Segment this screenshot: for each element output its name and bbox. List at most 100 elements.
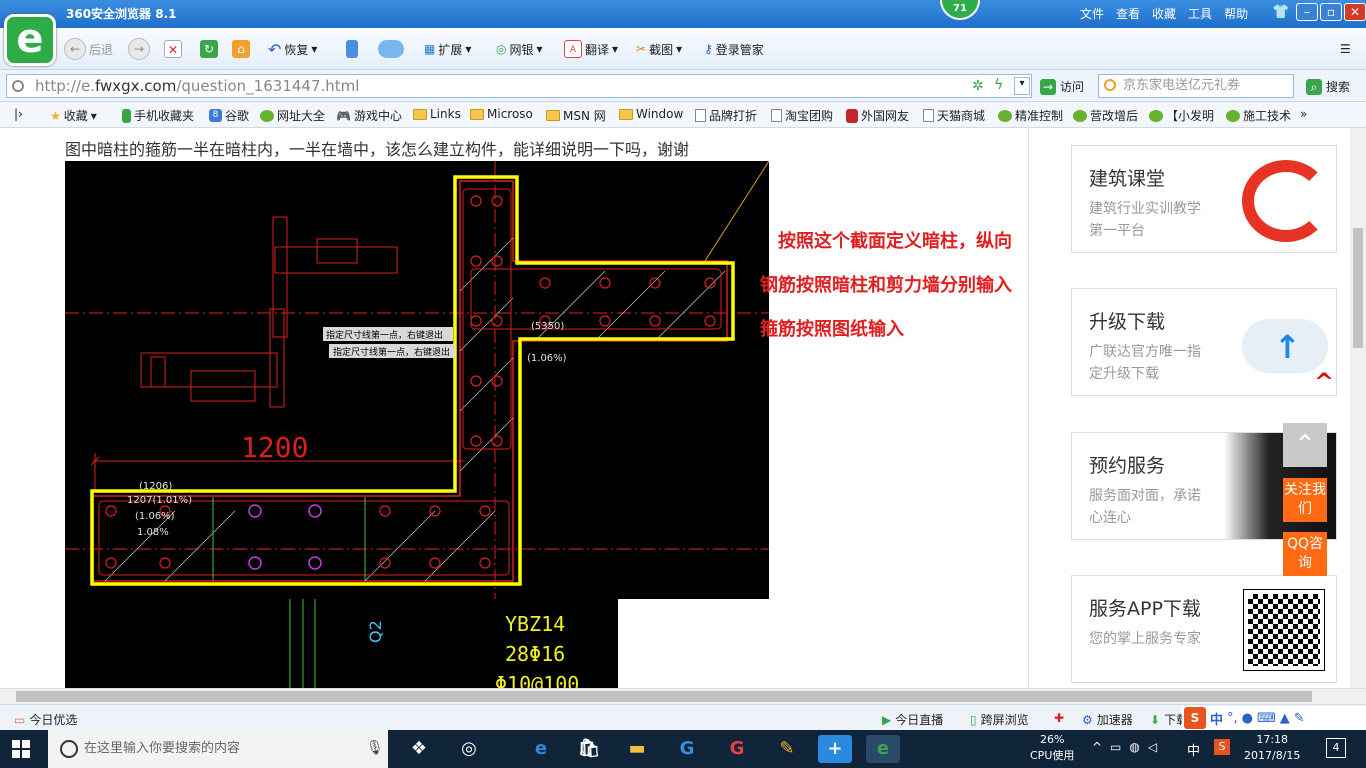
bookmark-google[interactable]: 8 谷歌: [209, 107, 249, 124]
go-button[interactable]: → 访问: [1040, 78, 1084, 95]
sidebar-card-classroom[interactable]: 建筑课堂 建筑行业实训教学第一平台: [1071, 145, 1337, 253]
mic-icon: ●: [1241, 710, 1253, 726]
home-button[interactable]: ⌂: [232, 38, 250, 60]
back-to-top-button[interactable]: ⌃: [1283, 423, 1327, 467]
url-dropdown-icon[interactable]: ▾: [1014, 77, 1030, 95]
bookmark-msn[interactable]: MSN 网: [546, 107, 606, 124]
restore-button[interactable]: ↶ 恢复 ▾: [268, 38, 317, 60]
bookmark-precise[interactable]: 精准控制: [998, 107, 1063, 124]
bookmark-foreign[interactable]: 外国网友: [846, 107, 909, 124]
browser-360-icon[interactable]: e: [866, 735, 900, 763]
horizontal-scrollbar[interactable]: [0, 688, 1366, 704]
login-manager-button[interactable]: ⚷ 登录管家: [704, 38, 764, 60]
chat-icon: [1149, 109, 1163, 122]
stop-button[interactable]: ✕: [164, 38, 182, 60]
bookmark-microsoft[interactable]: Microso: [470, 107, 533, 121]
back-button[interactable]: ← 后退: [64, 38, 113, 60]
cpu-meter[interactable]: 26% CPU使用: [1030, 732, 1074, 764]
today-live[interactable]: ▶ 今日直播: [882, 711, 943, 728]
refresh-button[interactable]: ↻: [200, 38, 218, 60]
taskbar-search-input[interactable]: 在这里输入你要搜索的内容: [48, 730, 388, 768]
phone-button[interactable]: [346, 38, 358, 60]
url-input[interactable]: http://e.fwxgx.com/question_1631447.html: [6, 74, 1032, 98]
app-spiral-icon[interactable]: ◎: [452, 735, 486, 763]
bookmark-links[interactable]: Links: [413, 107, 461, 121]
menu-button[interactable]: ☰: [1340, 38, 1351, 60]
bookmark-favorites[interactable]: ★ 收藏 ▾: [50, 107, 97, 124]
sogou-tray-icon[interactable]: S: [1214, 739, 1230, 755]
translate-button[interactable]: A 翻译 ▾: [564, 38, 618, 60]
sidebar-card-upgrade[interactable]: 升级下载 广联达官方唯一指定升级下载 ↑: [1071, 288, 1337, 396]
bookmarks-bar: |› ★ 收藏 ▾ 手机收藏夹 8 谷歌 网址大全 🎮 游戏中心 Links Micro…: [0, 102, 1366, 128]
browser-logo-icon[interactable]: e: [4, 14, 56, 66]
cad-text-108: 1.08%: [137, 527, 169, 538]
vertical-scroll-thumb[interactable]: [1353, 228, 1363, 348]
bookmark-mobile[interactable]: 手机收藏夹: [122, 107, 194, 124]
tray-icons[interactable]: ^▭◍◁: [1092, 740, 1165, 754]
wrench-icon: ✎: [1293, 710, 1305, 726]
menu-file[interactable]: 文件: [1080, 5, 1104, 22]
search-button[interactable]: ⌕ 搜索: [1306, 78, 1350, 95]
windows-start-icon[interactable]: [12, 740, 30, 758]
more-bookmarks-icon[interactable]: »: [1300, 107, 1307, 121]
bookmark-vat[interactable]: 营改增后: [1073, 107, 1138, 124]
download-icon: ⬇: [1150, 712, 1161, 727]
screenshot-button[interactable]: ✂ 截图 ▾: [636, 38, 682, 60]
store-icon[interactable]: 🛍: [572, 735, 606, 763]
app-plus-icon[interactable]: +: [818, 735, 852, 763]
qq-consult-button[interactable]: QQ咨询: [1283, 532, 1327, 576]
explorer-icon[interactable]: ▬: [620, 735, 654, 763]
today-picks[interactable]: ▭ 今日优选: [14, 711, 77, 728]
notification-badge[interactable]: 71: [940, 0, 980, 20]
follow-us-button[interactable]: 关注我们: [1283, 478, 1327, 522]
vertical-scrollbar[interactable]: [1350, 128, 1366, 688]
notification-center-icon[interactable]: 4: [1326, 738, 1346, 758]
lightning-icon[interactable]: ϟ: [994, 77, 1003, 93]
search-input[interactable]: 京东家电送亿元礼券: [1098, 74, 1294, 98]
security-icon[interactable]: ✚: [1054, 711, 1064, 725]
bookmark-taobao[interactable]: 淘宝团购: [771, 107, 833, 124]
forward-button[interactable]: →: [128, 38, 150, 60]
speed-icon: ⚙: [1082, 712, 1093, 727]
refresh-icon: ↻: [200, 40, 218, 58]
bookmark-sites[interactable]: 网址大全: [260, 107, 325, 124]
task-view-icon[interactable]: ❖: [402, 735, 436, 763]
accelerator[interactable]: ⚙ 加速器: [1082, 711, 1133, 728]
horizontal-scroll-thumb[interactable]: [16, 691, 1312, 702]
close-button[interactable]: ✕: [1344, 3, 1366, 21]
caret-up-icon: ^: [1314, 368, 1335, 396]
clock[interactable]: 17:18 2017/8/15: [1244, 732, 1300, 764]
bookmark-windows[interactable]: Window: [619, 107, 683, 121]
foreign-site-icon: [846, 108, 858, 123]
bookmark-tmall[interactable]: 天猫商城: [923, 107, 985, 124]
extend-button[interactable]: ▦ 扩展 ▾: [424, 38, 471, 60]
microphone-icon[interactable]: 🎙: [366, 740, 384, 756]
edge-icon[interactable]: e: [524, 735, 558, 763]
bookmark-construction[interactable]: 施工技术: [1226, 107, 1291, 124]
menu-tools[interactable]: 工具: [1188, 5, 1212, 22]
menu-view[interactable]: 查看: [1116, 5, 1140, 22]
glodon-icon[interactable]: G: [670, 735, 704, 763]
app-g2-icon[interactable]: G: [720, 735, 754, 763]
maximize-button[interactable]: ▫: [1320, 3, 1342, 21]
bookmark-invention[interactable]: 【小发明: [1149, 107, 1214, 124]
bookmark-games[interactable]: 🎮 游戏中心: [336, 107, 402, 124]
chat-icon: [998, 109, 1012, 122]
notes-icon[interactable]: ✎: [770, 735, 804, 763]
menu-favorites[interactable]: 收藏: [1152, 5, 1176, 22]
toolbar: ← 后退 → ✕ ↻ ⌂ ↶ 恢复 ▾ ▦ 扩展 ▾ ◎ 网银 ▾ A 翻译 ▾ ✂ 截图 ▾ ⚷ 登录…: [0, 28, 1366, 70]
minimize-button[interactable]: –: [1296, 3, 1318, 21]
cross-screen[interactable]: ▯ 跨屏浏览: [970, 711, 1029, 728]
bank-button[interactable]: ◎ 网银 ▾: [496, 38, 543, 60]
sidebar-card-app[interactable]: 服务APP下载 您的掌上服务专家: [1071, 575, 1337, 683]
scissors-icon: ✂: [636, 42, 647, 56]
cloud-button[interactable]: [378, 38, 404, 60]
menu-help[interactable]: 帮助: [1224, 5, 1248, 22]
address-bar: http://e.fwxgx.com/question_1631447.html…: [0, 70, 1366, 102]
sidebar-toggle-icon[interactable]: |›: [14, 107, 23, 121]
ime-toolbar[interactable]: S 中 °, ● ⌨ ▲ ✎: [1182, 706, 1366, 730]
bookmark-brand[interactable]: 品牌打折: [695, 107, 757, 124]
skin-icon[interactable]: 👕: [1272, 4, 1289, 20]
ime-indicator[interactable]: 中: [1187, 740, 1200, 759]
reload-icon[interactable]: ✲: [972, 78, 984, 94]
